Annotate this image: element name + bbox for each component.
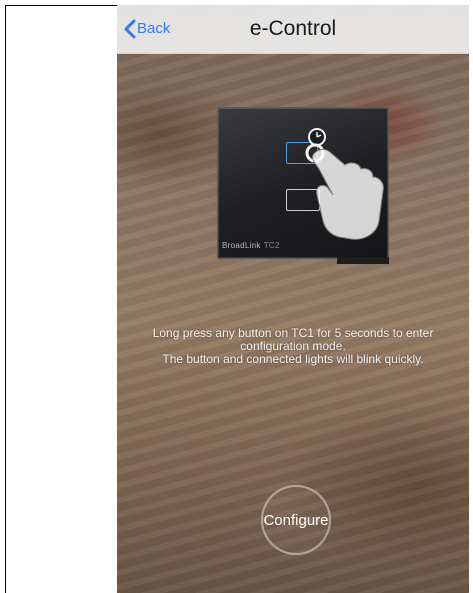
- brand-name: BroadLink: [222, 241, 261, 250]
- hand-press-icon: [305, 128, 384, 240]
- configure-button[interactable]: Configure: [261, 485, 331, 555]
- page-title: e-Control: [249, 17, 337, 40]
- instruction-text: Long press any button on TC1 for 5 secon…: [117, 327, 469, 366]
- navigation-bar: Back e-Control: [117, 5, 469, 54]
- instruction-line-3: The button and connected lights will bli…: [162, 352, 424, 366]
- device-model: TC2: [263, 241, 280, 250]
- configure-label: Configure: [263, 511, 329, 529]
- device-brand-logo: BroadLink TC2: [222, 241, 280, 250]
- phone-screen: Back e-Control BroadLink TC2 Long press a…: [117, 5, 469, 593]
- device-base: [337, 257, 389, 264]
